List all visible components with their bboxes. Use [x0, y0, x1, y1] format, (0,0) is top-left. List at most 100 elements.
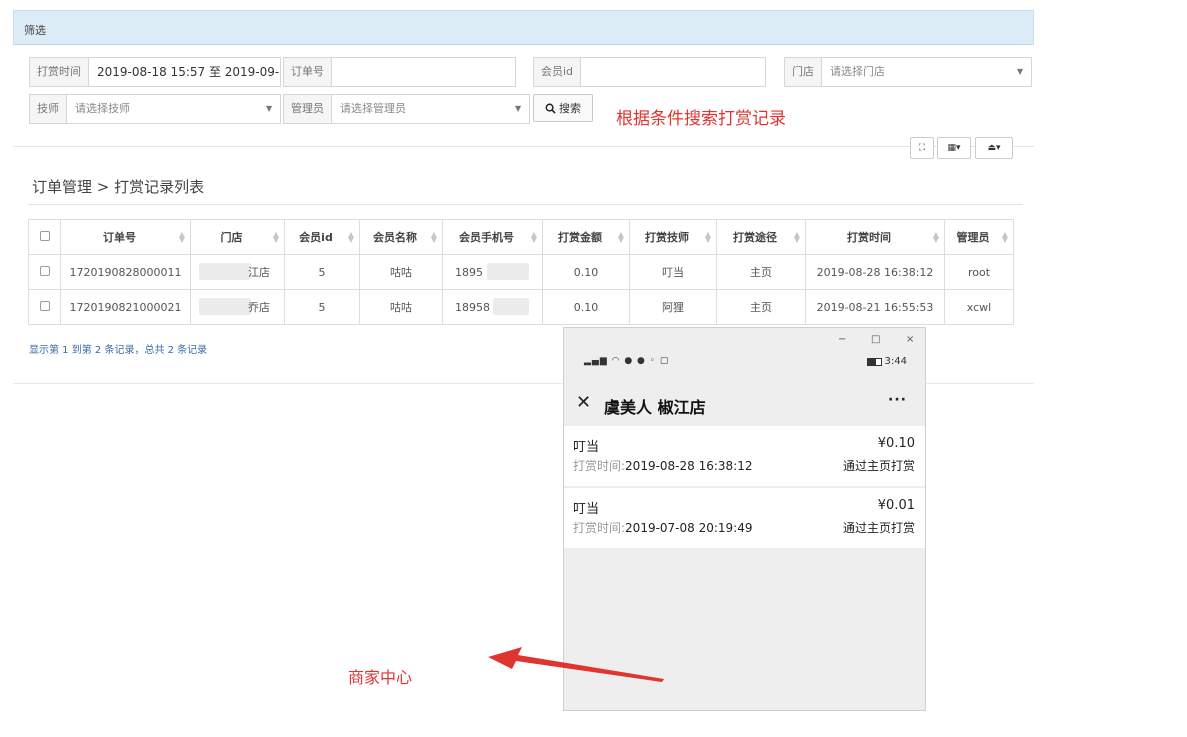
battery-indicator: 3:44	[866, 356, 907, 367]
order-no-cell: 1720190821000021	[60, 289, 191, 325]
time-cell: 2019-08-21 16:55:53	[805, 289, 945, 325]
redacted-block	[487, 263, 529, 280]
sort-icon: ▲ ▼	[347, 230, 354, 244]
sort-icon: ▲ ▼	[530, 230, 537, 244]
member-id-label: 会员id	[534, 58, 582, 86]
row-checkbox[interactable]	[28, 289, 61, 325]
search-icon	[545, 103, 556, 114]
columns-button[interactable]: ▦▾	[937, 137, 971, 159]
reward-time-filter[interactable]: 打赏时间 2019-08-18 15:57 至 2019-09-17	[29, 57, 281, 87]
tech-cell: 叮当	[629, 254, 717, 290]
filter-panel-header: 筛选	[13, 10, 1034, 45]
fullscreen-button[interactable]: ⛶	[910, 137, 934, 159]
admin-label: 管理员	[284, 95, 332, 123]
filter-title: 筛选	[24, 24, 46, 37]
record-amount: ¥0.10	[877, 436, 915, 451]
record-channel: 通过主页打赏	[842, 459, 915, 473]
admin-select[interactable]: 请选择管理员	[332, 95, 515, 123]
columns-icon: ▦▾	[947, 143, 961, 153]
status-time: 3:44	[884, 356, 907, 367]
column-header[interactable]: 打赏金额 ▲ ▼	[542, 219, 630, 255]
breadcrumb: 订单管理 > 打赏记录列表	[32, 178, 205, 196]
admin-cell: xcwl	[944, 289, 1014, 325]
export-button[interactable]: ⏏▾	[975, 137, 1013, 159]
column-header[interactable]: 打赏技师 ▲ ▼	[629, 219, 717, 255]
sort-icon: ▲ ▼	[430, 230, 437, 244]
amount-cell: 0.10	[542, 254, 630, 290]
sort-icon: ▲ ▼	[1001, 230, 1008, 244]
more-icon[interactable]: ···	[888, 392, 907, 408]
reward-time-input[interactable]: 2019-08-18 15:57 至 2019-09-17	[89, 58, 280, 86]
breadcrumb-divider	[28, 204, 1023, 205]
sort-icon: ▲ ▼	[272, 230, 279, 244]
column-header[interactable]: 打赏途径 ▲ ▼	[716, 219, 806, 255]
merchant-annotation: 商家中心	[348, 668, 413, 687]
maximize-icon[interactable]: □	[871, 334, 880, 345]
column-header[interactable]: 会员id ▲ ▼	[284, 219, 360, 255]
reward-record-item[interactable]: 叮当 打赏时间:2019-08-28 16:38:12 ¥0.10 通过主页打赏	[564, 426, 925, 486]
table-header-row: 订单号 ▲ ▼ 门店 ▲ ▼ 会员id ▲ ▼ 会员名称 ▲ ▼ 会员手机号 ▲ ▼ 打赏金额 ▲ ▼ …	[28, 219, 1014, 255]
admin-filter[interactable]: 管理员 请选择管理员 ▼	[283, 94, 530, 124]
store-filter[interactable]: 门店 请选择门店 ▼	[784, 57, 1032, 87]
tech-select[interactable]: 请选择技师	[67, 95, 266, 123]
order-no-input[interactable]	[332, 58, 515, 86]
sort-icon: ▲ ▼	[793, 230, 800, 244]
chevron-down-icon[interactable]: ▼	[1017, 58, 1031, 86]
export-icon: ⏏▾	[987, 143, 1001, 153]
column-header[interactable]: 门店 ▲ ▼	[190, 219, 285, 255]
member-id-cell: 5	[284, 289, 360, 325]
search-button[interactable]: 搜索	[533, 94, 593, 122]
sort-icon: ▲ ▼	[178, 230, 185, 244]
redacted-block	[199, 298, 251, 315]
member-id-input[interactable]	[581, 58, 765, 86]
channel-cell: 主页	[716, 254, 806, 290]
reward-records-table: 订单号 ▲ ▼ 门店 ▲ ▼ 会员id ▲ ▼ 会员名称 ▲ ▼ 会员手机号 ▲ ▼ 打赏金额 ▲ ▼ …	[28, 219, 1014, 325]
store-label: 门店	[785, 58, 822, 86]
sort-icon: ▲ ▼	[704, 230, 711, 244]
pagination-summary: 显示第 1 到第 2 条记录，总共 2 条记录	[29, 345, 208, 356]
chevron-down-icon[interactable]: ▼	[266, 95, 280, 123]
filter-divider	[13, 146, 1034, 147]
close-icon[interactable]: ✕	[576, 392, 591, 413]
column-header[interactable]: 会员名称 ▲ ▼	[359, 219, 443, 255]
record-channel: 通过主页打赏	[842, 521, 915, 535]
order-no-label: 订单号	[284, 58, 332, 86]
tech-cell: 阿狸	[629, 289, 717, 325]
column-header[interactable]: 管理员 ▲ ▼	[944, 219, 1014, 255]
record-tech-name: 叮当	[573, 502, 600, 517]
annotation-arrow	[488, 647, 664, 682]
phone-title-bar: ✕ 虞美人 椒江店 ···	[564, 383, 925, 425]
phone-page-title: 虞美人 椒江店	[604, 398, 706, 417]
store-select[interactable]: 请选择门店	[822, 58, 1017, 86]
member-name-cell: 咕咕	[359, 254, 443, 290]
member-id-cell: 5	[284, 254, 360, 290]
close-window-icon[interactable]: ×	[906, 334, 914, 345]
phone-status-bar: ▂▄▆ ◠ ● ● ◦ ▢ 3:44	[564, 353, 925, 377]
column-header[interactable]: 订单号 ▲ ▼	[60, 219, 191, 255]
order-no-filter[interactable]: 订单号	[283, 57, 516, 87]
chevron-down-icon[interactable]: ▼	[515, 95, 529, 123]
minimize-icon[interactable]: −	[838, 334, 846, 345]
phone-cell: 1895	[442, 254, 543, 290]
record-amount: ¥0.01	[877, 498, 915, 513]
amount-cell: 0.10	[542, 289, 630, 325]
redacted-block	[199, 263, 251, 280]
redacted-block	[493, 298, 529, 315]
select-all-checkbox[interactable]	[28, 219, 61, 255]
channel-cell: 主页	[716, 289, 806, 325]
store-cell: 乔店	[190, 289, 285, 325]
tech-filter[interactable]: 技师 请选择技师 ▼	[29, 94, 281, 124]
reward-record-item[interactable]: 叮当 打赏时间:2019-07-08 20:19:49 ¥0.01 通过主页打赏	[564, 488, 925, 548]
column-header[interactable]: 打赏时间 ▲ ▼	[805, 219, 945, 255]
row-checkbox[interactable]	[28, 254, 61, 290]
member-name-cell: 咕咕	[359, 289, 443, 325]
record-time: 打赏时间:2019-07-08 20:19:49	[573, 521, 753, 535]
search-button-label: 搜索	[559, 102, 581, 115]
reward-time-label: 打赏时间	[30, 58, 89, 86]
battery-icon	[866, 357, 882, 366]
member-id-filter[interactable]: 会员id	[533, 57, 766, 87]
table-row: 1720190821000021 乔店 5 咕咕 18958 0.10 阿狸 主…	[28, 289, 1014, 325]
order-no-cell: 1720190828000011	[60, 254, 191, 290]
column-header[interactable]: 会员手机号 ▲ ▼	[442, 219, 543, 255]
record-time: 打赏时间:2019-08-28 16:38:12	[573, 459, 753, 473]
